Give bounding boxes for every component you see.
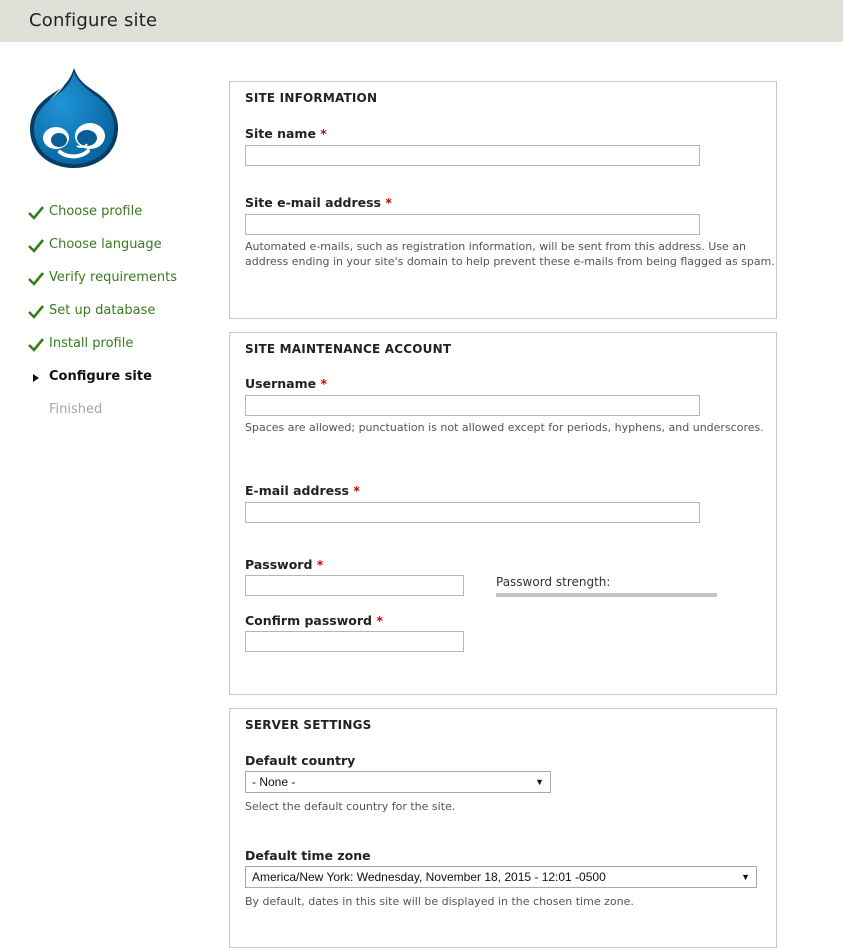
confirm-password-input[interactable]	[245, 631, 464, 652]
page-header: Configure site	[0, 0, 843, 42]
step-verify-requirements: Verify requirements	[28, 266, 177, 299]
site-email-label: Site e-mail address *	[245, 195, 392, 210]
step-install-profile: Install profile	[28, 332, 177, 365]
dropdown-arrow-icon: ▼	[741, 872, 750, 882]
email-input[interactable]	[245, 502, 700, 523]
password-input[interactable]	[245, 575, 464, 596]
default-country-select[interactable]: - None - ▼	[245, 771, 551, 793]
maintenance-account-fieldset: SITE MAINTENANCE ACCOUNT Username * Spac…	[229, 332, 777, 695]
default-timezone-description: By default, dates in this site will be d…	[245, 895, 634, 908]
fieldset-legend: SITE MAINTENANCE ACCOUNT	[245, 342, 452, 356]
default-timezone-select[interactable]: America/New York: Wednesday, November 18…	[245, 866, 757, 888]
check-icon	[28, 272, 44, 286]
username-input[interactable]	[245, 395, 700, 416]
step-choose-profile: Choose profile	[28, 200, 177, 233]
triangle-right-icon	[33, 374, 39, 382]
default-country-label: Default country	[245, 753, 356, 768]
default-timezone-label: Default time zone	[245, 848, 371, 863]
step-choose-language: Choose language	[28, 233, 177, 266]
check-icon	[28, 338, 44, 352]
site-name-input[interactable]	[245, 145, 700, 166]
email-label: E-mail address *	[245, 483, 360, 498]
step-finished: Finished	[49, 402, 103, 417]
default-country-description: Select the default country for the site.	[245, 800, 456, 813]
site-name-label: Site name *	[245, 126, 327, 141]
install-steps: Choose profile Choose language Verify re…	[28, 200, 177, 431]
step-set-up-database: Set up database	[28, 299, 177, 332]
check-icon	[28, 305, 44, 319]
site-email-input[interactable]	[245, 214, 700, 235]
drupal-drop-icon	[30, 68, 119, 168]
password-label: Password *	[245, 557, 324, 572]
server-settings-fieldset: SERVER SETTINGS Default country - None -…	[229, 708, 777, 948]
fieldset-legend: SERVER SETTINGS	[245, 718, 372, 732]
dropdown-arrow-icon: ▼	[535, 777, 544, 787]
password-strength-bar	[496, 593, 717, 597]
check-icon	[28, 206, 44, 220]
fieldset-legend: SITE INFORMATION	[245, 91, 378, 105]
page-title: Configure site	[29, 10, 158, 31]
step-configure-site: Configure site	[28, 365, 177, 398]
check-icon	[28, 239, 44, 253]
confirm-password-label: Confirm password *	[245, 613, 383, 628]
site-email-description: Automated e-mails, such as registration …	[245, 240, 775, 268]
password-strength-label: Password strength:	[496, 575, 611, 589]
username-description: Spaces are allowed; punctuation is not a…	[245, 421, 764, 434]
site-information-fieldset: SITE INFORMATION Site name * Site e-mail…	[229, 81, 777, 319]
username-label: Username *	[245, 376, 327, 391]
